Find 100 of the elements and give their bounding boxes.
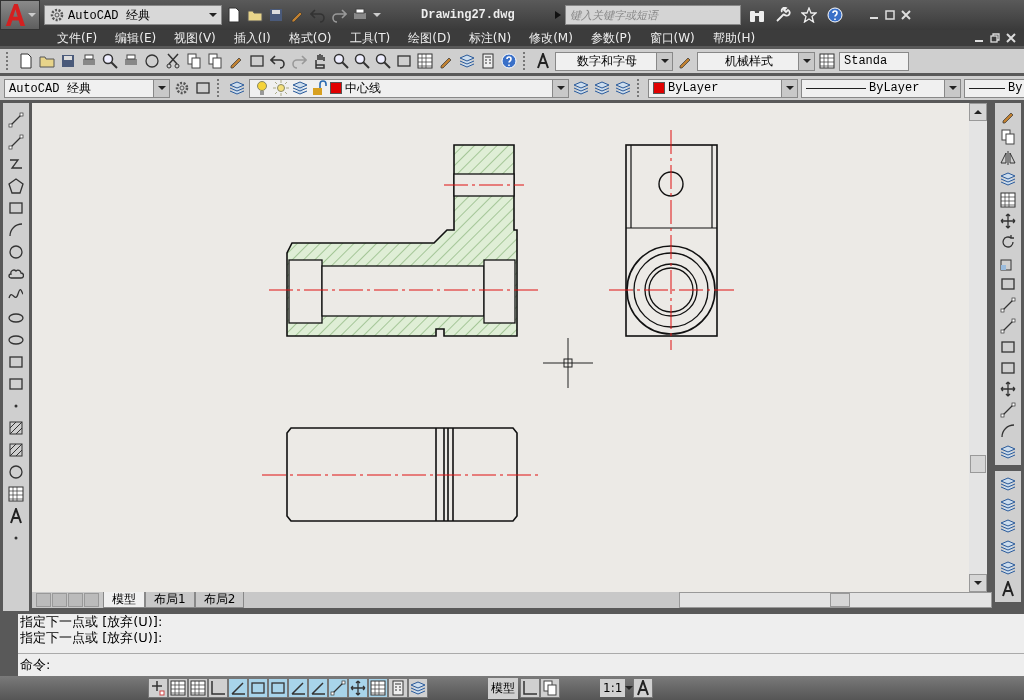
toolbar-button[interactable]	[999, 233, 1017, 251]
layers-icon	[1000, 518, 1016, 534]
toolbar-button[interactable]	[332, 52, 350, 70]
caret-icon	[785, 85, 794, 91]
menu-item[interactable]: 插入(I)	[224, 29, 280, 47]
menu-item[interactable]: 视图(V)	[165, 29, 225, 47]
toolbar-button[interactable]	[999, 475, 1017, 493]
menu-item[interactable]: 工具(T)	[340, 29, 400, 47]
toolbar-button[interactable]	[7, 507, 25, 525]
toolbar-button[interactable]	[7, 177, 25, 195]
layout-tab[interactable]: 布局1	[145, 592, 195, 608]
vertical-scrollbar[interactable]	[969, 103, 987, 592]
lineweight-dropdown[interactable]: By	[964, 78, 1024, 98]
toolbar-button[interactable]	[226, 7, 242, 23]
toolbar-button[interactable]	[269, 52, 287, 70]
toolbar-button[interactable]	[101, 52, 119, 70]
horizontal-scrollbar[interactable]	[679, 592, 992, 608]
annotation-scale-button[interactable]: 1:1	[600, 679, 626, 697]
menu-item[interactable]: 格式(O)	[279, 29, 341, 47]
toolbar-button[interactable]	[173, 79, 191, 97]
toolbar-button[interactable]	[164, 52, 182, 70]
toolbar-button[interactable]	[353, 52, 371, 70]
status-toggle-button[interactable]	[148, 678, 168, 698]
status-toggle-button[interactable]	[348, 678, 368, 698]
status-toggle-button[interactable]	[540, 678, 560, 698]
status-toggle-button[interactable]	[328, 678, 348, 698]
status-toggle-button[interactable]	[388, 678, 408, 698]
toolbar-button[interactable]	[999, 443, 1017, 461]
dropdown-field[interactable]: ByLayer	[648, 78, 798, 98]
menu-item[interactable]: 文件(F)	[48, 29, 107, 47]
toolbar-button[interactable]	[999, 517, 1017, 535]
toolbar-button[interactable]	[614, 79, 632, 97]
scroll-thumb[interactable]	[830, 593, 851, 607]
status-toggle-button[interactable]	[228, 678, 248, 698]
status-toggle-button[interactable]	[188, 678, 208, 698]
maximize-icon[interactable]	[884, 10, 895, 20]
toolbar-button[interactable]	[999, 559, 1017, 577]
help-button[interactable]	[826, 7, 843, 23]
toolbar-button[interactable]	[999, 401, 1017, 419]
toolbar-button[interactable]	[7, 111, 25, 129]
toolbar-button[interactable]	[534, 52, 552, 70]
close-icon[interactable]	[900, 10, 911, 20]
toolbar-button[interactable]	[999, 580, 1017, 598]
status-toggle-button[interactable]	[248, 678, 268, 698]
caret-icon	[373, 12, 381, 18]
toolbar-button[interactable]	[7, 221, 25, 239]
toolbar-button[interactable]	[228, 79, 246, 97]
toolbar-button[interactable]	[593, 79, 611, 97]
toolbar-button[interactable]	[7, 419, 25, 437]
rect-icon	[249, 53, 265, 69]
toolbar-button[interactable]	[999, 538, 1017, 556]
status-toggle-button[interactable]	[168, 678, 188, 698]
application-menu-button[interactable]	[0, 0, 40, 30]
dropdown-field[interactable]: 数字和字母	[555, 51, 673, 71]
status-toggle-button[interactable]	[208, 678, 228, 698]
workspace-dropdown[interactable]: AutoCAD 经典	[44, 5, 222, 25]
menu-item[interactable]: 修改(M)	[520, 29, 582, 47]
menu-item[interactable]: 窗口(W)	[640, 29, 704, 47]
layers-icon	[1000, 497, 1016, 513]
toolbar-button[interactable]	[59, 52, 77, 70]
dropdown-field[interactable]: Standa	[839, 51, 909, 71]
status-toggle-button[interactable]	[288, 678, 308, 698]
layout-tab[interactable]: 模型	[103, 592, 145, 608]
status-toggle-button[interactable]	[268, 678, 288, 698]
layout-tab[interactable]: 布局2	[194, 592, 245, 608]
linetype-dropdown[interactable]: ByLayer	[801, 78, 961, 98]
toolbar-button[interactable]	[7, 463, 25, 481]
status-toggle-button[interactable]	[408, 678, 428, 698]
status-toggle-button[interactable]	[633, 678, 654, 698]
toolbar-button[interactable]	[999, 496, 1017, 514]
toolbar-button[interactable]	[999, 380, 1017, 398]
toolbar-button[interactable]	[7, 441, 25, 459]
search-field[interactable]: 键入关键字或短语	[564, 5, 741, 25]
close-icon[interactable]	[1006, 33, 1016, 43]
scroll-thumb[interactable]	[970, 455, 986, 473]
status-toggle-button[interactable]	[520, 678, 540, 698]
toolbar-button[interactable]	[143, 52, 161, 70]
model-space-button[interactable]: 模型	[488, 677, 518, 699]
menu-item[interactable]: 编辑(E)	[106, 29, 166, 47]
menu-item[interactable]: 标注(N)	[459, 29, 521, 47]
dropdown-field[interactable]: 机械样式	[697, 51, 815, 71]
toolbar-button[interactable]	[572, 79, 590, 97]
toolbar-button[interactable]	[999, 212, 1017, 230]
toolbar-button[interactable]	[374, 52, 392, 70]
menu-item[interactable]: 帮助(H)	[703, 29, 765, 47]
layer-dropdown[interactable]: 中心线	[249, 78, 569, 98]
dropdown-field[interactable]: AutoCAD 经典	[4, 78, 170, 98]
menu-item[interactable]: 绘图(D)	[399, 29, 460, 47]
status-toggle-button[interactable]	[308, 678, 328, 698]
menu-item[interactable]: 参数(P)	[581, 29, 641, 47]
toolbar-button[interactable]	[999, 296, 1017, 314]
toolbar-button[interactable]	[999, 170, 1017, 188]
toolbar-button[interactable]	[7, 133, 25, 151]
toolbar-button[interactable]	[999, 317, 1017, 335]
toolbar-button[interactable]	[268, 7, 284, 23]
toolbar-button[interactable]	[999, 422, 1017, 440]
toolbar-button[interactable]	[458, 52, 476, 70]
status-toggle-button[interactable]	[368, 678, 388, 698]
toolbar-button[interactable]	[7, 243, 25, 261]
restore-icon[interactable]	[990, 33, 1000, 43]
